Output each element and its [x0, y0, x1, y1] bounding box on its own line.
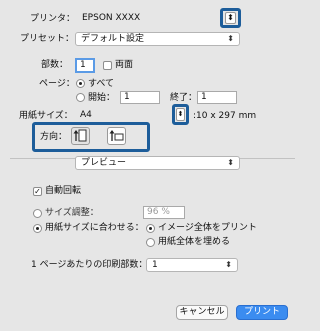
pages-to-label: 終了：	[170, 93, 198, 103]
print-button[interactable]: プリント	[236, 305, 288, 320]
fit-radio[interactable]	[33, 224, 42, 233]
scale-field[interactable]: 96 %	[143, 206, 185, 219]
printer-label: プリンタ：	[30, 14, 76, 24]
printer-popup-arrows-icon[interactable]: ⬍	[225, 12, 236, 24]
section-updown-icon: ⬍	[227, 158, 234, 167]
paper-dimensions: :10 x 297 mm	[193, 111, 257, 121]
paper-size-label: 用紙サイズ：	[19, 111, 73, 121]
pages-to-value: 1	[201, 92, 207, 102]
pages-from-field[interactable]: 1	[120, 91, 160, 104]
paper-size-value: A4	[80, 110, 92, 120]
updown-arrows-icon: ⬍	[227, 34, 234, 43]
duplex-checkbox[interactable]	[103, 61, 112, 70]
cancel-button[interactable]: キャンセル	[176, 305, 228, 320]
fit-fill-radio[interactable]	[146, 238, 155, 247]
auto-rotate-label: 自動回転	[45, 186, 82, 196]
pages-label: ページ：	[39, 79, 75, 89]
portrait-icon	[73, 129, 87, 142]
fit-entire-radio[interactable]	[146, 224, 155, 233]
pages-per-sheet-updown-icon: ⬍	[225, 260, 232, 269]
fit-fill-label: 用紙全体を埋める	[158, 237, 231, 247]
duplex-label: 両面	[115, 60, 134, 70]
copies-value: 1	[80, 60, 86, 70]
auto-rotate-checkbox[interactable]: ✓	[33, 187, 42, 196]
printer-popup[interactable]: EPSON XXXX	[77, 12, 237, 26]
paper-size-popup[interactable]: A4	[75, 109, 175, 123]
preset-popup[interactable]: デフォルト設定 ⬍	[75, 32, 240, 46]
pages-all-label: すべて	[88, 79, 115, 89]
pages-per-sheet-popup[interactable]: 1 ⬍	[146, 258, 238, 272]
scale-radio[interactable]	[33, 209, 42, 218]
orientation-label: 方向：	[40, 132, 68, 142]
pages-from-value: 1	[124, 92, 130, 102]
copies-label: 部数：	[41, 60, 69, 70]
pages-from-label: 開始：	[88, 93, 116, 103]
portrait-button[interactable]	[71, 127, 90, 145]
fit-entire-label: イメージ全体をプリント	[158, 223, 257, 233]
pages-per-sheet-value: 1	[152, 260, 158, 270]
pages-to-field[interactable]: 1	[197, 91, 237, 104]
scale-label: サイズ調整：	[45, 208, 99, 218]
section-popup[interactable]: プレビュー ⬍	[75, 156, 240, 170]
fit-label: 用紙サイズに合わせる：	[45, 223, 144, 233]
landscape-icon	[109, 130, 124, 141]
paper-size-arrows-icon[interactable]: ⬍	[176, 108, 185, 121]
pages-all-radio[interactable]	[76, 79, 85, 88]
section-popup-value: プレビュー	[81, 158, 127, 168]
pages-per-sheet-label: 1 ページあたりの印刷部数：	[31, 260, 148, 270]
preset-value: デフォルト設定	[81, 34, 145, 44]
printer-value: EPSON XXXX	[82, 13, 141, 23]
preset-label: プリセット：	[20, 34, 75, 44]
pages-from-radio[interactable]	[76, 93, 85, 102]
scale-value: 96 %	[147, 207, 170, 217]
copies-field[interactable]: 1	[75, 58, 95, 73]
landscape-button[interactable]	[107, 127, 126, 145]
